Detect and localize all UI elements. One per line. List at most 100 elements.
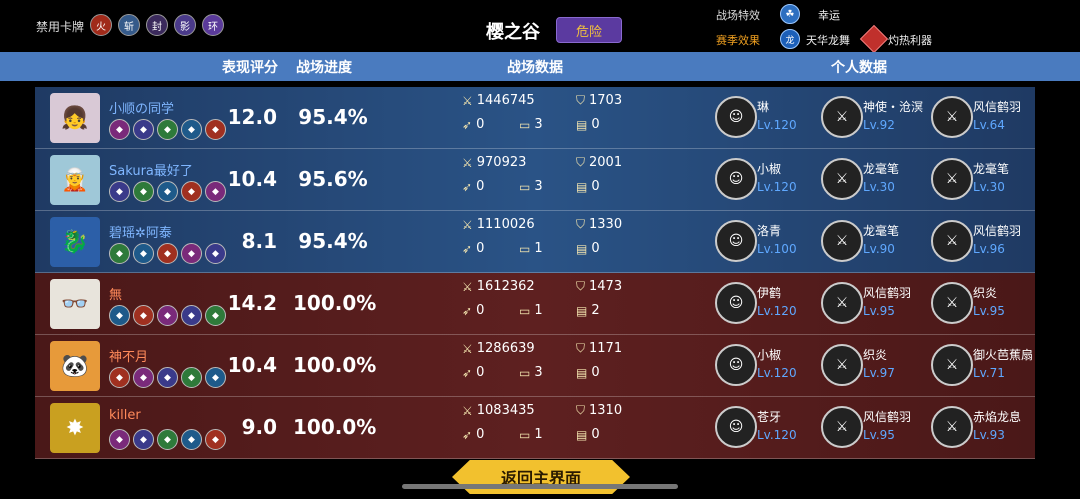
book-value: 3 xyxy=(534,179,543,194)
character-avatar[interactable]: ⚔ xyxy=(931,158,973,200)
performance-score: 12.0 xyxy=(227,105,277,129)
chest-stat: ▤ 0 xyxy=(576,179,600,194)
performance-score: 10.4 xyxy=(227,167,277,191)
player-avatar[interactable]: 👧 xyxy=(50,93,100,143)
character-avatar[interactable]: ⚔ xyxy=(931,282,973,324)
player-avatar[interactable]: ✸ xyxy=(50,403,100,453)
character-avatar[interactable]: ☺ xyxy=(715,344,757,386)
character-avatar[interactable]: ⚔ xyxy=(931,96,973,138)
dragon-icon[interactable]: 龙 xyxy=(780,29,800,49)
battle-progress: 95.4% xyxy=(298,105,368,129)
card-icon[interactable]: ◆ xyxy=(157,367,178,388)
book-icon: ▭ xyxy=(519,179,531,194)
kills-value: 0 xyxy=(476,117,485,132)
character-avatar[interactable]: ⚔ xyxy=(821,96,863,138)
kills-value: 0 xyxy=(476,241,485,256)
damage-value: 1612362 xyxy=(476,279,535,294)
chest-stat: ▤ 0 xyxy=(576,427,600,442)
card-icon[interactable]: ◆ xyxy=(181,367,202,388)
field-effect-label: 战场特效 xyxy=(716,9,760,22)
card-icon[interactable]: ◆ xyxy=(181,429,202,450)
card-icon[interactable]: ◆ xyxy=(157,429,178,450)
kills-value: 0 xyxy=(476,303,485,318)
card-icon[interactable]: ◆ xyxy=(133,119,154,140)
kills-value: 0 xyxy=(476,365,485,380)
field-effect-name: 幸运 xyxy=(818,9,840,22)
damage-stat: ⚔ 1612362 xyxy=(462,279,535,294)
card-icon[interactable]: ◆ xyxy=(133,305,154,326)
character-avatar[interactable]: ⚔ xyxy=(931,344,973,386)
character-name: 琳 xyxy=(757,100,770,114)
character-level: Lv.120 xyxy=(757,304,797,318)
card-icon[interactable]: ◆ xyxy=(181,181,202,202)
book-icon: ▭ xyxy=(519,117,531,132)
battle-progress: 95.4% xyxy=(298,229,368,253)
banned-card-icon[interactable]: 环 xyxy=(202,14,224,36)
card-icon[interactable]: ◆ xyxy=(181,305,202,326)
card-icon[interactable]: ◆ xyxy=(109,243,130,264)
character-level: Lv.95 xyxy=(863,428,895,442)
player-avatar[interactable]: 🐼 xyxy=(50,341,100,391)
card-icon[interactable]: ◆ xyxy=(181,119,202,140)
character-avatar[interactable]: ☺ xyxy=(715,406,757,448)
damage-stat: ⚔ 970923 xyxy=(462,155,526,170)
chest-icon: ▤ xyxy=(576,179,588,194)
card-icon[interactable]: ◆ xyxy=(133,429,154,450)
character-avatar[interactable]: ☺ xyxy=(715,158,757,200)
taken-value: 1473 xyxy=(589,279,623,294)
card-icon[interactable]: ◆ xyxy=(109,119,130,140)
season-effect-1: 天华龙舞 xyxy=(806,34,850,47)
card-icon[interactable]: ◆ xyxy=(157,305,178,326)
banned-card-icon[interactable]: 封 xyxy=(146,14,168,36)
banned-cards-label: 禁用卡牌 xyxy=(36,20,85,34)
card-loadout: ◆ ◆ ◆ ◆ ◆ xyxy=(109,181,226,202)
banned-card-icon[interactable]: 斩 xyxy=(118,14,140,36)
chest-icon: ▤ xyxy=(576,427,588,442)
card-icon[interactable]: ◆ xyxy=(109,305,130,326)
card-icon[interactable]: ◆ xyxy=(133,181,154,202)
banned-card-icon[interactable]: 火 xyxy=(90,14,112,36)
character-avatar[interactable]: ⚔ xyxy=(821,344,863,386)
character-avatar[interactable]: ⚔ xyxy=(931,406,973,448)
character-avatar[interactable]: ⚔ xyxy=(821,158,863,200)
character-avatar[interactable]: ⚔ xyxy=(821,220,863,262)
performance-score: 14.2 xyxy=(227,291,277,315)
card-icon[interactable]: ◆ xyxy=(109,367,130,388)
character-name: 御火芭蕉扇 xyxy=(973,348,1034,362)
card-icon[interactable]: ◆ xyxy=(157,181,178,202)
sword-icon: ⚔ xyxy=(462,93,473,108)
character-avatar[interactable]: ☺ xyxy=(715,282,757,324)
banned-card-icon[interactable]: 影 xyxy=(174,14,196,36)
character-avatar[interactable]: ⚔ xyxy=(821,282,863,324)
character-avatar[interactable]: ☺ xyxy=(715,220,757,262)
chest-stat: ▤ 2 xyxy=(576,303,600,318)
character-avatar[interactable]: ☺ xyxy=(715,96,757,138)
card-icon[interactable]: ◆ xyxy=(157,119,178,140)
character-level: Lv.93 xyxy=(973,428,1005,442)
character-name: 苍牙 xyxy=(757,410,782,424)
book-stat: ▭ 1 xyxy=(519,303,543,318)
taken-stat: ⛉ 1310 xyxy=(576,403,622,418)
damage-value: 1446745 xyxy=(476,93,535,108)
card-icon[interactable]: ◆ xyxy=(133,367,154,388)
character-avatar[interactable]: ⚔ xyxy=(821,406,863,448)
player-row: ✸ killer ◆ ◆ ◆ ◆ ◆ 9.0 100.0% ⚔ 1083435 ⛉ 1310 ➶ 0 ▭ 1 ▤ 0… xyxy=(35,397,1035,459)
card-icon[interactable]: ◆ xyxy=(181,243,202,264)
card-loadout: ◆ ◆ ◆ ◆ ◆ xyxy=(109,119,226,140)
taken-stat: ⛉ 1171 xyxy=(576,341,622,356)
card-icon[interactable]: ◆ xyxy=(109,429,130,450)
clover-icon[interactable]: ☘ xyxy=(780,4,800,24)
card-icon[interactable]: ◆ xyxy=(109,181,130,202)
sword-icon: ⚔ xyxy=(462,403,473,418)
player-avatar[interactable]: 👓 xyxy=(50,279,100,329)
character-level: Lv.30 xyxy=(973,180,1005,194)
card-icon[interactable]: ◆ xyxy=(157,243,178,264)
character-name: 风信鹤羽 xyxy=(863,286,912,300)
player-avatar[interactable]: 🧝 xyxy=(50,155,100,205)
player-avatar[interactable]: 🐉 xyxy=(50,217,100,267)
character-avatar[interactable]: ⚔ xyxy=(931,220,973,262)
player-row: 👧 小顺の同学 ◆ ◆ ◆ ◆ ◆ 12.0 95.4% ⚔ 1446745 ⛉ 1703 ➶ 0 ▭ 3 ▤ 0 ☺… xyxy=(35,87,1035,149)
character-name: 风信鹤羽 xyxy=(863,410,912,424)
card-icon[interactable]: ◆ xyxy=(133,243,154,264)
flame-blade-icon[interactable] xyxy=(859,24,889,54)
